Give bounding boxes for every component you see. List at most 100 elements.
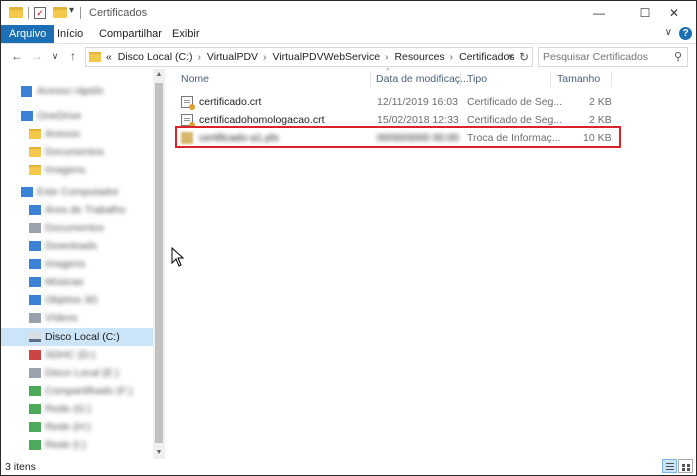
breadcrumb-disco-local[interactable]: Disco Local (C:) bbox=[118, 51, 193, 63]
sidebar-item-network-drive[interactable]: Rede (I:) bbox=[1, 436, 153, 454]
sidebar-item-sd-card[interactable]: SDHC (D:) bbox=[1, 346, 153, 364]
column-header-data[interactable]: Data de modificaç... bbox=[376, 69, 469, 89]
column-divider[interactable] bbox=[550, 71, 551, 87]
sidebar-item-label: Documentos bbox=[45, 146, 104, 158]
file-row-highlighted[interactable]: certificado-a1.pfx 00/00/0000 00:00 Troc… bbox=[175, 126, 621, 148]
sidebar-item-label: Disco Local (C:) bbox=[45, 331, 120, 343]
breadcrumb-overflow[interactable]: « bbox=[106, 51, 112, 63]
sidebar-item-network-drive[interactable]: Rede (H:) bbox=[1, 418, 153, 436]
sidebar-item-label: Compartilhado (F:) bbox=[45, 385, 133, 397]
tab-exibir[interactable]: Exibir bbox=[164, 25, 208, 43]
file-size: 2 KB bbox=[589, 114, 612, 126]
sidebar-item-label: Imagens bbox=[45, 164, 86, 176]
large-icons-view-button[interactable] bbox=[678, 459, 693, 473]
column-divider[interactable] bbox=[611, 71, 612, 87]
search-input[interactable] bbox=[543, 50, 663, 64]
address-dropdown-icon[interactable]: ∨ bbox=[507, 51, 514, 62]
breadcrumb-virtualpdvwebservice[interactable]: VirtualPDVWebService bbox=[272, 51, 380, 63]
file-list: ^ Nome Data de modificaç... Tipo Tamanho… bbox=[171, 68, 691, 459]
breadcrumb-virtualpdv[interactable]: VirtualPDV bbox=[207, 51, 258, 63]
network-drive-icon bbox=[29, 404, 41, 414]
breadcrumb-separator[interactable]: › bbox=[197, 51, 201, 63]
column-header-nome[interactable]: Nome bbox=[181, 69, 209, 89]
breadcrumb-separator[interactable]: › bbox=[263, 51, 267, 63]
new-folder-icon[interactable] bbox=[53, 7, 67, 18]
sidebar-scrollbar[interactable]: ▲ ▼ bbox=[153, 69, 165, 459]
sidebar-item-documents[interactable]: Documentos bbox=[1, 219, 153, 237]
music-icon bbox=[29, 277, 41, 287]
navigation-bar: ← → ∨ ↑ « Disco Local (C:) › VirtualPDV › … bbox=[1, 43, 696, 69]
computer-icon bbox=[21, 187, 33, 197]
sidebar-item-drive[interactable]: Disco Local (E:) bbox=[1, 364, 153, 382]
file-size: 2 KB bbox=[589, 96, 612, 108]
downloads-icon bbox=[29, 241, 41, 251]
sidebar-item-this-pc[interactable]: Este Computador bbox=[1, 183, 153, 201]
sidebar-item-folder[interactable]: Imagens bbox=[1, 161, 153, 179]
column-divider[interactable] bbox=[370, 71, 371, 87]
drive-icon bbox=[29, 332, 41, 342]
ribbon-tabs: Arquivo Início Compartilhar Exibir ∨ ? bbox=[1, 25, 696, 43]
videos-icon bbox=[29, 313, 41, 323]
sidebar-item-label: Rede (G:) bbox=[45, 403, 92, 415]
search-box[interactable]: ⚲ bbox=[538, 47, 688, 67]
search-icon[interactable]: ⚲ bbox=[674, 50, 682, 63]
sidebar-item-label: SDHC (D:) bbox=[45, 349, 96, 361]
column-header-tipo[interactable]: Tipo bbox=[467, 69, 487, 89]
pfx-icon bbox=[181, 132, 193, 144]
breadcrumb-resources[interactable]: Resources bbox=[394, 51, 444, 63]
quick-access-dropdown-icon[interactable]: ▾ bbox=[69, 5, 74, 16]
tab-compartilhar[interactable]: Compartilhar bbox=[91, 25, 170, 43]
mouse-pointer-icon bbox=[171, 247, 185, 267]
sidebar-item-desktop[interactable]: Área de Trabalho bbox=[1, 201, 153, 219]
refresh-icon[interactable]: ↻ bbox=[519, 50, 529, 64]
address-bar[interactable]: « Disco Local (C:) › VirtualPDV › VirtualP… bbox=[85, 47, 533, 67]
folder-icon bbox=[29, 129, 41, 139]
recent-locations-button[interactable]: ∨ bbox=[47, 48, 63, 64]
column-divider[interactable] bbox=[460, 71, 461, 87]
scroll-down-icon[interactable]: ▼ bbox=[153, 447, 165, 459]
sidebar-item-folder[interactable]: Documentos bbox=[1, 143, 153, 161]
back-button[interactable]: ← bbox=[9, 48, 25, 64]
properties-icon[interactable]: ✓ bbox=[34, 7, 46, 19]
folder-icon bbox=[9, 7, 23, 18]
file-type: Troca de Informaç... bbox=[467, 132, 561, 144]
sidebar-item-music[interactable]: Músicas bbox=[1, 273, 153, 291]
tab-arquivo[interactable]: Arquivo bbox=[1, 25, 55, 43]
sidebar-item-network-drive[interactable]: Compartilhado (F:) bbox=[1, 382, 153, 400]
forward-button[interactable]: → bbox=[29, 48, 45, 64]
up-button[interactable]: ↑ bbox=[65, 48, 81, 64]
help-icon[interactable]: ? bbox=[679, 27, 692, 40]
sidebar-item-label: Documentos bbox=[45, 222, 104, 234]
sidebar-item-videos[interactable]: Vídeos bbox=[1, 309, 153, 327]
close-button[interactable]: ✕ bbox=[651, 1, 696, 25]
navigation-pane: Acesso rápido OneDrive Anexos Documentos… bbox=[1, 69, 165, 459]
breadcrumb-separator[interactable]: › bbox=[385, 51, 389, 63]
tab-inicio[interactable]: Início bbox=[49, 25, 91, 43]
scroll-up-icon[interactable]: ▲ bbox=[153, 69, 165, 81]
explorer-window: ✓ ▾ Certificados — ☐ ✕ Arquivo Início Co… bbox=[0, 0, 697, 476]
sidebar-item-pictures[interactable]: Imagens bbox=[1, 255, 153, 273]
sidebar-item-label: Disco Local (E:) bbox=[45, 367, 120, 379]
expand-ribbon-icon[interactable]: ∨ bbox=[665, 27, 672, 38]
sidebar-item-folder[interactable]: Anexos bbox=[1, 125, 153, 143]
sidebar-item-3d-objects[interactable]: Objetos 3D bbox=[1, 291, 153, 309]
breadcrumb-separator[interactable]: › bbox=[450, 51, 454, 63]
column-header-tamanho[interactable]: Tamanho bbox=[557, 69, 600, 89]
file-row[interactable]: certificado.crt 12/11/2019 16:03 Certifi… bbox=[175, 93, 615, 111]
objects-icon bbox=[29, 295, 41, 305]
scrollbar-thumb[interactable] bbox=[155, 83, 163, 443]
sidebar-item-onedrive[interactable]: OneDrive bbox=[1, 107, 153, 125]
minimize-button[interactable]: — bbox=[576, 1, 622, 25]
file-name: certificado-a1.pfx bbox=[199, 132, 279, 144]
sidebar-item-disco-local-c[interactable]: Disco Local (C:) bbox=[1, 328, 153, 346]
certificate-icon bbox=[181, 114, 195, 128]
sidebar-item-network-drive[interactable]: Rede (G:) bbox=[1, 400, 153, 418]
star-icon bbox=[21, 86, 32, 97]
file-name: certificadohomologacao.crt bbox=[199, 114, 325, 126]
sidebar-item-downloads[interactable]: Downloads bbox=[1, 237, 153, 255]
sidebar-item-label: Rede (H:) bbox=[45, 421, 91, 433]
sidebar-item-quick-access[interactable]: Acesso rápido bbox=[1, 82, 153, 100]
network-drive-icon bbox=[29, 440, 41, 450]
details-view-button[interactable] bbox=[662, 459, 677, 473]
breadcrumb-certificados[interactable]: Certificados bbox=[459, 51, 514, 63]
